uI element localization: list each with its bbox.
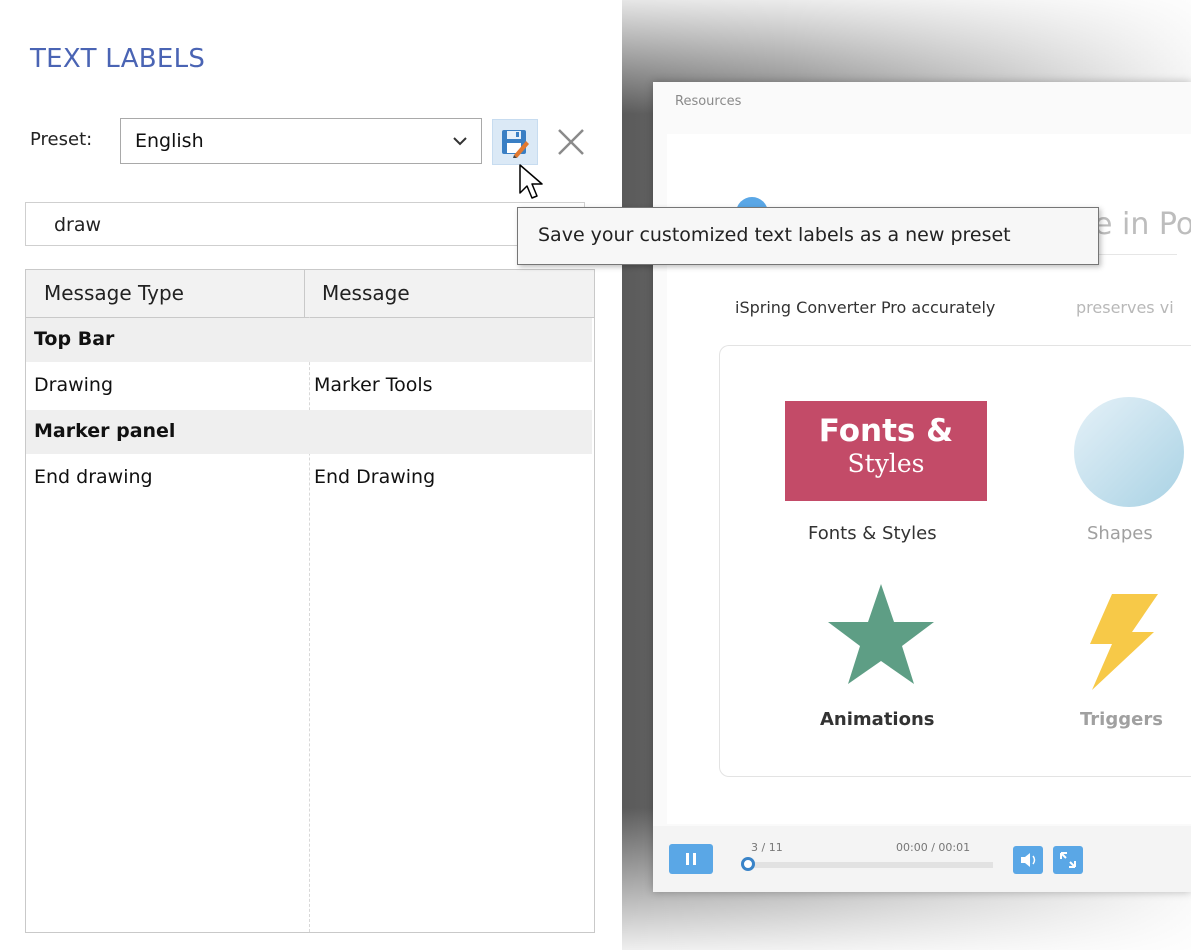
preset-selected-value: English (135, 130, 204, 152)
group-name: Top Bar (34, 328, 115, 350)
save-edit-icon (502, 130, 529, 158)
tile-text-line1: Fonts & (818, 413, 954, 449)
tile-text-line2: Styles (847, 449, 925, 478)
star-icon (828, 584, 934, 684)
mouse-pointer-icon (519, 164, 543, 199)
table-row[interactable]: End drawing End Drawing (26, 455, 592, 501)
text-labels-panel: TEXT LABELS Preset: English draw Message… (0, 0, 622, 950)
tooltip-text: Save your customized text labels as a ne… (538, 224, 1011, 246)
column-header-message-type[interactable]: Message Type (44, 281, 184, 305)
group-name: Marker panel (34, 420, 176, 442)
shapes-circle (1074, 397, 1184, 507)
pause-icon (686, 853, 696, 865)
save-preset-button[interactable] (492, 119, 538, 165)
group-row-top-bar[interactable]: Top Bar (26, 318, 592, 362)
message-cell[interactable]: End Drawing (314, 466, 435, 488)
lightning-bolt-icon (1090, 594, 1158, 690)
slide-heading: e in Po (1094, 207, 1191, 242)
pause-button[interactable] (669, 844, 713, 874)
caption-triggers: Triggers (1080, 709, 1163, 730)
column-divider[interactable] (304, 270, 305, 317)
group-row-marker-panel[interactable]: Marker panel (26, 410, 592, 454)
slide-counter: 3 / 11 (751, 841, 783, 854)
slide-subtitle: iSpring Converter Pro accurately (735, 298, 996, 317)
grid-header: Message Type Message (26, 270, 594, 318)
player-controls: 3 / 11 00:00 / 00:01 (653, 826, 1191, 892)
search-input[interactable]: draw (25, 202, 585, 246)
volume-button[interactable] (1013, 846, 1043, 874)
message-type-cell: Drawing (34, 374, 114, 396)
caption-fonts-styles: Fonts & Styles (808, 523, 937, 544)
fullscreen-button[interactable] (1053, 846, 1083, 874)
preset-label: Preset: (30, 129, 93, 150)
caption-shapes: Shapes (1087, 523, 1153, 544)
chevron-down-icon (453, 137, 467, 146)
delete-preset-button[interactable] (552, 123, 590, 161)
progress-bar[interactable] (745, 862, 993, 868)
table-row[interactable]: Drawing Marker Tools (26, 363, 592, 409)
text-labels-grid: Message Type Message Top Bar Drawing Mar… (25, 269, 595, 933)
fonts-styles-tile: Fonts & Styles (785, 401, 987, 501)
preset-dropdown[interactable]: English (120, 118, 482, 164)
time-display: 00:00 / 00:01 (896, 841, 971, 854)
message-cell[interactable]: Marker Tools (314, 374, 433, 396)
caption-animations: Animations (820, 709, 935, 730)
close-icon (558, 129, 584, 155)
slide-subtitle-faded: preserves vi (1076, 298, 1174, 317)
progress-bar-fill (745, 862, 993, 868)
panel-title: TEXT LABELS (30, 44, 206, 74)
player-window-title: Resources (675, 94, 742, 109)
column-header-message[interactable]: Message (322, 281, 410, 305)
progress-handle[interactable] (741, 857, 755, 871)
save-preset-tooltip: Save your customized text labels as a ne… (517, 207, 1099, 265)
search-value: draw (54, 214, 102, 236)
fullscreen-icon (1060, 852, 1076, 868)
message-type-cell: End drawing (34, 466, 153, 488)
volume-icon (1021, 853, 1036, 867)
